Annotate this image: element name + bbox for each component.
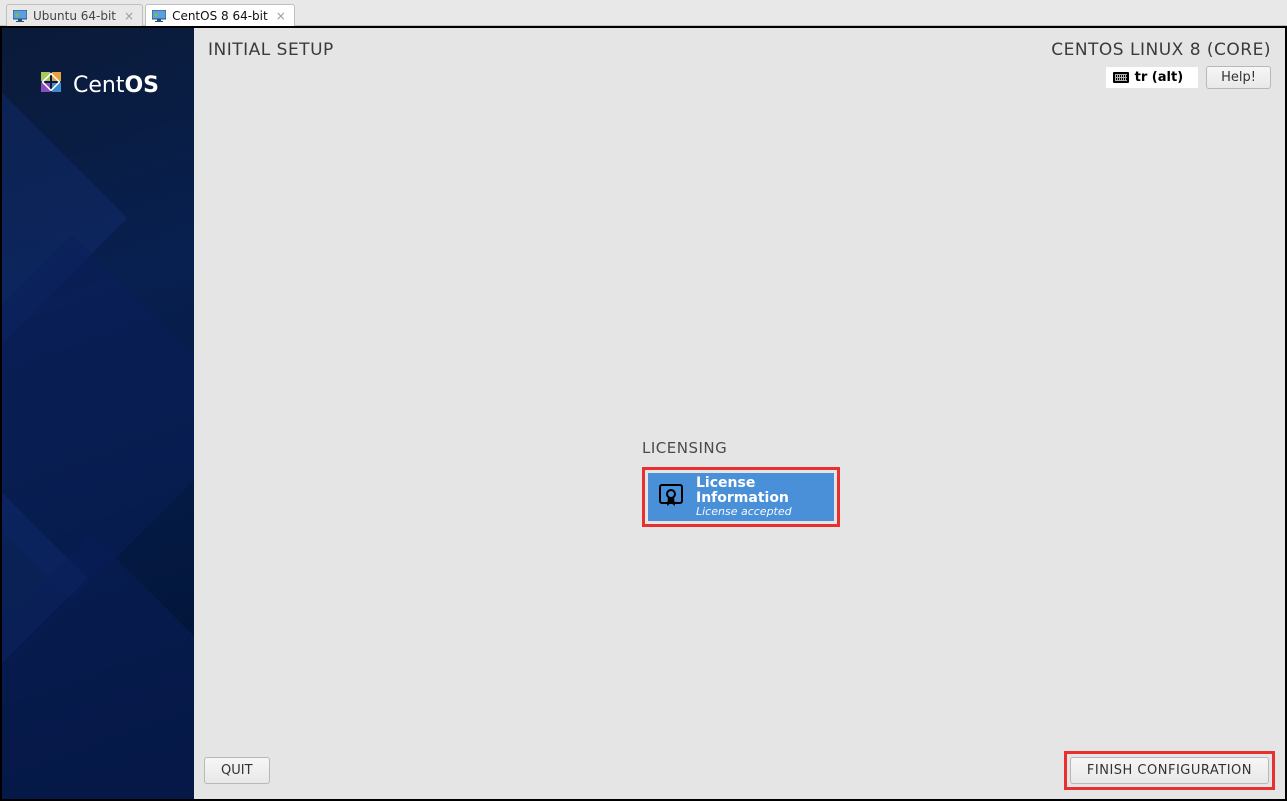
licensing-section-title: LICENSING [642,439,727,457]
header: INITIAL SETUP CENTOS LINUX 8 (CORE) tr (… [194,28,1285,89]
license-card-subtitle: License accepted [696,506,826,518]
keyboard-layout-indicator[interactable]: tr (alt) [1106,67,1198,88]
vm-tab-label: CentOS 8 64-bit [172,9,268,23]
sidebar-decor [2,28,194,799]
vm-tab-label: Ubuntu 64-bit [33,9,116,23]
quit-button[interactable]: QUIT [204,757,270,784]
main-pane: INITIAL SETUP CENTOS LINUX 8 (CORE) tr (… [194,28,1285,799]
help-button[interactable]: Help! [1206,66,1271,89]
vm-screen: CentOS INITIAL SETUP CENTOS LINUX 8 (COR… [0,26,1287,801]
certificate-icon [656,482,686,512]
license-card-title: License Information [696,476,826,507]
license-card-texts: License Information License accepted [696,476,826,519]
monitor-icon [152,10,166,22]
footer: QUIT FINISH CONFIGURATION [194,751,1285,799]
highlight-license-card: License Information License accepted [642,467,840,527]
vm-tab-ubuntu[interactable]: Ubuntu 64-bit × [6,4,143,26]
license-information-card[interactable]: License Information License accepted [648,473,834,521]
vm-tab-centos[interactable]: CentOS 8 64-bit × [145,4,295,26]
header-right: CENTOS LINUX 8 (CORE) tr (alt) Help! [1051,40,1271,89]
close-icon[interactable]: × [276,9,286,23]
close-icon[interactable]: × [124,9,134,23]
monitor-icon [13,10,27,22]
finish-configuration-button[interactable]: FINISH CONFIGURATION [1070,757,1269,784]
sidebar: CentOS [2,28,194,799]
os-name: CENTOS LINUX 8 (CORE) [1051,40,1271,60]
keyboard-layout-label: tr (alt) [1135,70,1183,85]
keyboard-icon [1113,72,1129,83]
brand: CentOS [2,68,194,102]
centos-logo-icon [37,68,65,102]
vm-tabbar: Ubuntu 64-bit × CentOS 8 64-bit × [0,0,1287,26]
window: Ubuntu 64-bit × CentOS 8 64-bit × [0,0,1287,801]
header-controls: tr (alt) Help! [1051,66,1271,89]
page-title: INITIAL SETUP [208,40,334,60]
highlight-finish-button: FINISH CONFIGURATION [1064,751,1275,790]
brand-text: CentOS [73,73,159,98]
content: LICENSING License Information Li [194,89,1285,751]
